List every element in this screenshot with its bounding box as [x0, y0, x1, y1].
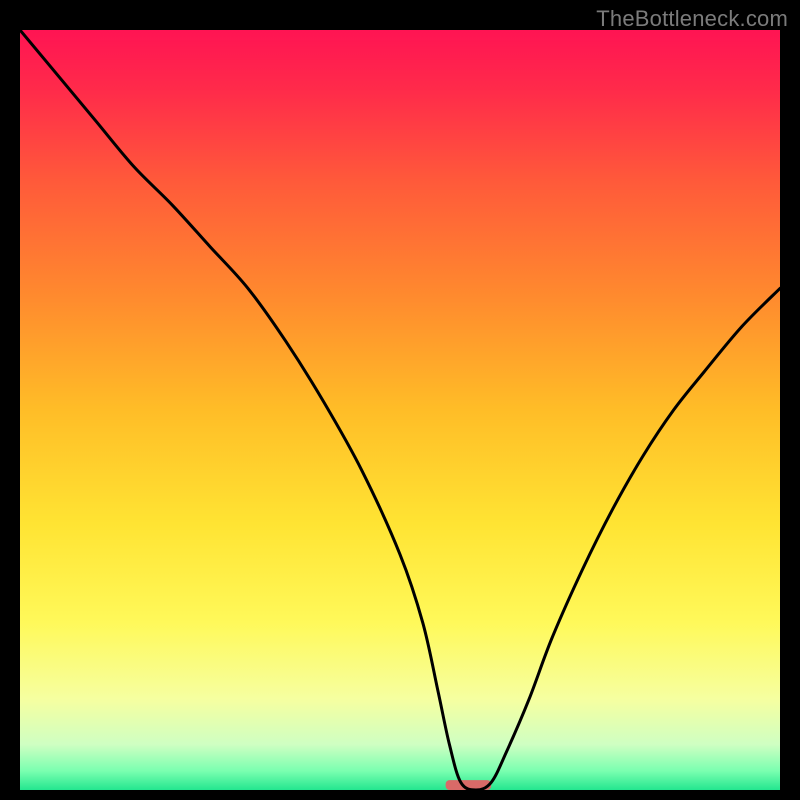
gradient-background [20, 30, 780, 790]
bottleneck-curve-chart [20, 30, 780, 790]
chart-frame [20, 30, 780, 790]
watermark-text: TheBottleneck.com [596, 6, 788, 32]
